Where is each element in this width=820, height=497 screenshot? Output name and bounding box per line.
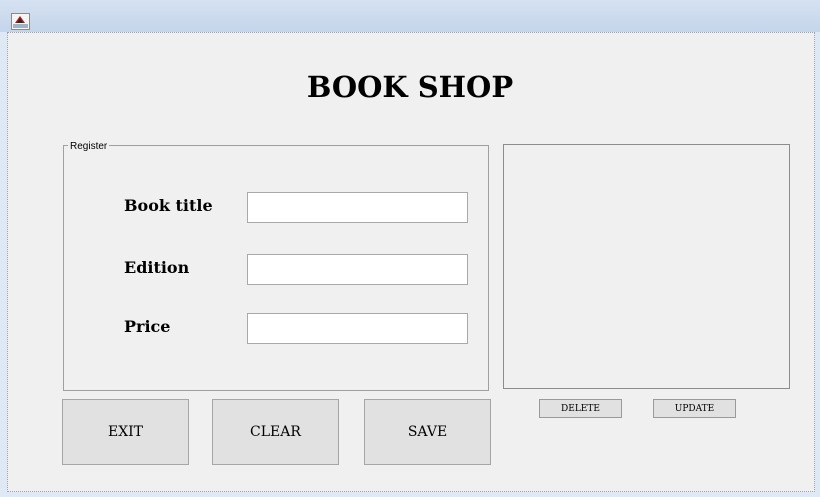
app-form-icon[interactable]: [11, 13, 30, 30]
price-label: Price: [124, 317, 171, 336]
exit-button[interactable]: EXIT: [62, 399, 189, 465]
book-title-label: Book title: [124, 196, 213, 215]
books-list-panel[interactable]: [503, 144, 790, 389]
delete-button[interactable]: DELETE: [539, 399, 622, 418]
price-input[interactable]: [247, 313, 468, 344]
edition-input[interactable]: [247, 254, 468, 285]
save-button[interactable]: SAVE: [364, 399, 491, 465]
update-button[interactable]: UPDATE: [653, 399, 736, 418]
clear-button[interactable]: CLEAR: [212, 399, 339, 465]
book-title-input[interactable]: [247, 192, 468, 223]
register-groupbox-legend: Register: [68, 141, 110, 152]
page-title: BOOK SHOP: [306, 70, 514, 104]
window-titlebar[interactable]: [0, 0, 820, 32]
edition-label: Edition: [124, 258, 190, 277]
